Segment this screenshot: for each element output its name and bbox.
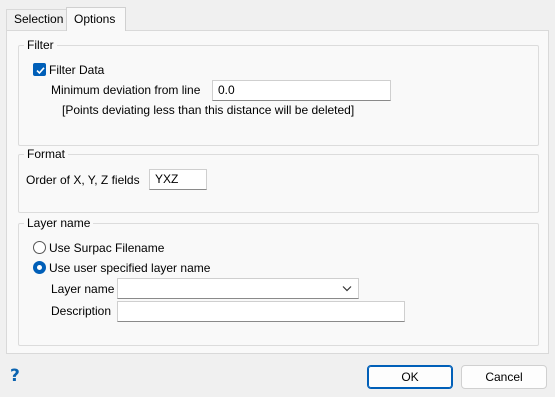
format-group: Format Order of X, Y, Z fields YXZ xyxy=(18,146,539,213)
order-fields-input[interactable]: YXZ xyxy=(149,169,207,190)
tab-options-label: Options xyxy=(74,12,116,26)
checkmark-icon xyxy=(36,67,45,75)
description-label: Description xyxy=(51,304,112,318)
use-surpac-filename-label: Use Surpac Filename xyxy=(49,241,165,255)
filter-group: Filter Filter Data Minimum deviation fro… xyxy=(18,37,539,146)
filter-group-title: Filter xyxy=(24,37,57,53)
description-input[interactable] xyxy=(117,301,405,322)
tab-selection-label: Selection xyxy=(14,12,64,26)
cancel-button[interactable]: Cancel xyxy=(461,365,547,389)
use-user-layer-name-label: Use user specified layer name xyxy=(49,261,211,275)
tab-selection[interactable]: Selection xyxy=(6,9,67,30)
order-fields-label: Order of X, Y, Z fields xyxy=(26,173,140,187)
help-icon[interactable]: ? xyxy=(10,366,20,386)
min-deviation-note: [Points deviating less than this distanc… xyxy=(62,103,355,117)
filter-data-checkbox[interactable] xyxy=(33,63,46,76)
min-deviation-input[interactable]: 0.0 xyxy=(212,80,391,101)
layer-name-group-title: Layer name xyxy=(24,215,94,231)
use-surpac-filename-radio[interactable] xyxy=(33,241,46,254)
chevron-down-icon xyxy=(342,286,352,292)
layer-name-group: Layer name Use Surpac Filename Use user … xyxy=(18,215,539,346)
layer-name-label: Layer name xyxy=(51,282,115,296)
filter-data-label: Filter Data xyxy=(49,63,105,77)
options-panel: Filter Filter Data Minimum deviation fro… xyxy=(6,30,549,354)
ok-button[interactable]: OK xyxy=(367,365,453,389)
min-deviation-label: Minimum deviation from line xyxy=(51,83,201,97)
layer-name-combobox[interactable] xyxy=(117,278,359,299)
format-group-title: Format xyxy=(24,146,69,162)
tab-options[interactable]: Options xyxy=(66,7,126,31)
use-user-layer-name-radio[interactable] xyxy=(33,261,46,274)
